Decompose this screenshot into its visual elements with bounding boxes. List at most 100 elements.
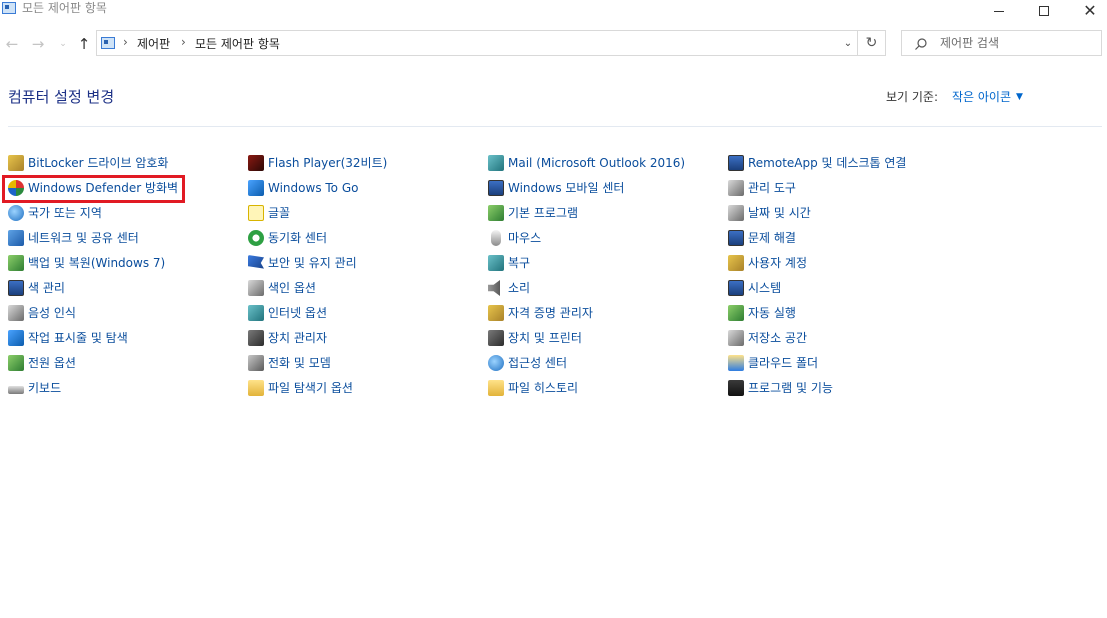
item-programs-features[interactable]: 프로그램 및 기능 (728, 378, 833, 398)
item-fonts[interactable]: 글꼴 (248, 203, 290, 223)
item-file-explorer-options[interactable]: 파일 탐색기 옵션 (248, 378, 353, 398)
item-label[interactable]: 국가 또는 지역 (28, 205, 102, 221)
item-label[interactable]: Windows Defender 방화벽 (28, 180, 178, 196)
item-label[interactable]: 파일 히스토리 (508, 380, 578, 396)
item-recovery[interactable]: 복구 (488, 253, 530, 273)
item-label[interactable]: 보안 및 유지 관리 (268, 255, 357, 271)
breadcrumb-separator[interactable]: › (123, 35, 128, 49)
item-label[interactable]: 저장소 공간 (748, 330, 807, 346)
item-label[interactable]: 복구 (508, 255, 530, 271)
item-region[interactable]: 국가 또는 지역 (8, 203, 102, 223)
item-power-options[interactable]: 전원 옵션 (8, 353, 76, 373)
search-box[interactable] (901, 30, 1102, 56)
item-date-time[interactable]: 날짜 및 시간 (728, 203, 811, 223)
view-by-value[interactable]: 작은 아이콘 (952, 89, 1011, 105)
refresh-button[interactable]: ↻ (858, 30, 886, 56)
item-label[interactable]: 사용자 계정 (748, 255, 807, 271)
item-label[interactable]: 색 관리 (28, 280, 65, 296)
address-bar[interactable]: › 제어판 › 모든 제어판 항목 (96, 30, 858, 56)
item-remoteapp[interactable]: RemoteApp 및 데스크톱 연결 (728, 153, 906, 173)
page-title: 컴퓨터 설정 변경 (8, 88, 115, 106)
item-label[interactable]: 음성 인식 (28, 305, 76, 321)
recent-locations-button[interactable]: ⌄ (56, 34, 70, 54)
item-label[interactable]: 문제 해결 (748, 230, 796, 246)
breadcrumb-control-panel[interactable]: 제어판 (137, 36, 170, 52)
item-indexing-options[interactable]: 색인 옵션 (248, 278, 316, 298)
item-color-management[interactable]: 색 관리 (8, 278, 65, 298)
minimize-button[interactable] (976, 0, 1022, 22)
item-label[interactable]: 인터넷 옵션 (268, 305, 327, 321)
item-bitlocker[interactable]: BitLocker 드라이브 암호화 (8, 153, 168, 173)
item-sync-center[interactable]: 동기화 센터 (248, 228, 327, 248)
item-label[interactable]: 자격 증명 관리자 (508, 305, 593, 321)
item-windows-defender-firewall[interactable]: Windows Defender 방화벽 (8, 178, 178, 198)
up-button[interactable]: ↑ (74, 34, 94, 54)
item-label[interactable]: Windows To Go (268, 180, 358, 196)
close-button[interactable]: ✕ (1067, 0, 1107, 22)
item-windows-to-go[interactable]: Windows To Go (248, 178, 358, 198)
item-label[interactable]: 파일 탐색기 옵션 (268, 380, 353, 396)
item-label[interactable]: 자동 실행 (748, 305, 796, 321)
item-label[interactable]: 백업 및 복원(Windows 7) (28, 255, 165, 271)
item-credential-manager[interactable]: 자격 증명 관리자 (488, 303, 593, 323)
item-label[interactable]: Windows 모바일 센터 (508, 180, 624, 196)
view-by-dropdown[interactable]: 작은 아이콘 ▼ (952, 89, 1023, 105)
item-label[interactable]: 시스템 (748, 280, 781, 296)
item-network-sharing[interactable]: 네트워크 및 공유 센터 (8, 228, 139, 248)
item-device-manager[interactable]: 장치 관리자 (248, 328, 327, 348)
item-devices-printers[interactable]: 장치 및 프린터 (488, 328, 582, 348)
item-label[interactable]: 소리 (508, 280, 530, 296)
item-storage-spaces[interactable]: 저장소 공간 (728, 328, 807, 348)
item-default-programs[interactable]: 기본 프로그램 (488, 203, 578, 223)
item-cloud-folders[interactable]: 클라우드 폴더 (728, 353, 818, 373)
item-flash-player[interactable]: Flash Player(32비트) (248, 153, 387, 173)
item-administrative-tools[interactable]: 관리 도구 (728, 178, 796, 198)
item-mail[interactable]: Mail (Microsoft Outlook 2016) (488, 153, 685, 173)
item-label[interactable]: 동기화 센터 (268, 230, 327, 246)
item-label[interactable]: 장치 관리자 (268, 330, 327, 346)
item-label[interactable]: 날짜 및 시간 (748, 205, 811, 221)
item-label[interactable]: 키보드 (28, 380, 61, 396)
item-label[interactable]: 전원 옵션 (28, 355, 76, 371)
item-keyboard[interactable]: 키보드 (8, 378, 61, 398)
search-input[interactable] (940, 34, 1095, 52)
item-label[interactable]: 장치 및 프린터 (508, 330, 582, 346)
item-label[interactable]: RemoteApp 및 데스크톱 연결 (748, 155, 906, 171)
item-user-accounts[interactable]: 사용자 계정 (728, 253, 807, 273)
clock-icon (728, 205, 744, 221)
item-taskbar-navigation[interactable]: 작업 표시줄 및 탐색 (8, 328, 128, 348)
item-file-history[interactable]: 파일 히스토리 (488, 378, 578, 398)
item-backup-restore[interactable]: 백업 및 복원(Windows 7) (8, 253, 165, 273)
address-dropdown-button[interactable]: ⌄ (836, 30, 860, 56)
item-label[interactable]: 마우스 (508, 230, 541, 246)
forward-button[interactable]: → (28, 34, 48, 54)
item-phone-modem[interactable]: 전화 및 모뎀 (248, 353, 331, 373)
item-speech-recognition[interactable]: 음성 인식 (8, 303, 76, 323)
item-label[interactable]: Mail (Microsoft Outlook 2016) (508, 155, 685, 171)
breadcrumb-all-items[interactable]: 모든 제어판 항목 (195, 36, 280, 52)
item-mobility-center[interactable]: Windows 모바일 센터 (488, 178, 624, 198)
item-label[interactable]: 기본 프로그램 (508, 205, 578, 221)
item-security-maintenance[interactable]: 보안 및 유지 관리 (248, 253, 357, 273)
item-label[interactable]: BitLocker 드라이브 암호화 (28, 155, 168, 171)
item-label[interactable]: 클라우드 폴더 (748, 355, 818, 371)
breadcrumb-separator[interactable]: › (181, 35, 186, 49)
item-troubleshooting[interactable]: 문제 해결 (728, 228, 796, 248)
item-label[interactable]: 작업 표시줄 및 탐색 (28, 330, 128, 346)
maximize-button[interactable] (1021, 0, 1067, 22)
item-label[interactable]: 접근성 센터 (508, 355, 567, 371)
item-label[interactable]: 전화 및 모뎀 (268, 355, 331, 371)
item-label[interactable]: Flash Player(32비트) (268, 155, 387, 171)
item-label[interactable]: 관리 도구 (748, 180, 796, 196)
item-system[interactable]: 시스템 (728, 278, 781, 298)
item-ease-of-access[interactable]: 접근성 센터 (488, 353, 567, 373)
item-label[interactable]: 글꼴 (268, 205, 290, 221)
back-button[interactable]: ← (2, 34, 22, 54)
item-label[interactable]: 네트워크 및 공유 센터 (28, 230, 139, 246)
item-internet-options[interactable]: 인터넷 옵션 (248, 303, 327, 323)
item-label[interactable]: 색인 옵션 (268, 280, 316, 296)
item-mouse[interactable]: 마우스 (488, 228, 541, 248)
item-autoplay[interactable]: 자동 실행 (728, 303, 796, 323)
item-label[interactable]: 프로그램 및 기능 (748, 380, 833, 396)
item-sound[interactable]: 소리 (488, 278, 530, 298)
